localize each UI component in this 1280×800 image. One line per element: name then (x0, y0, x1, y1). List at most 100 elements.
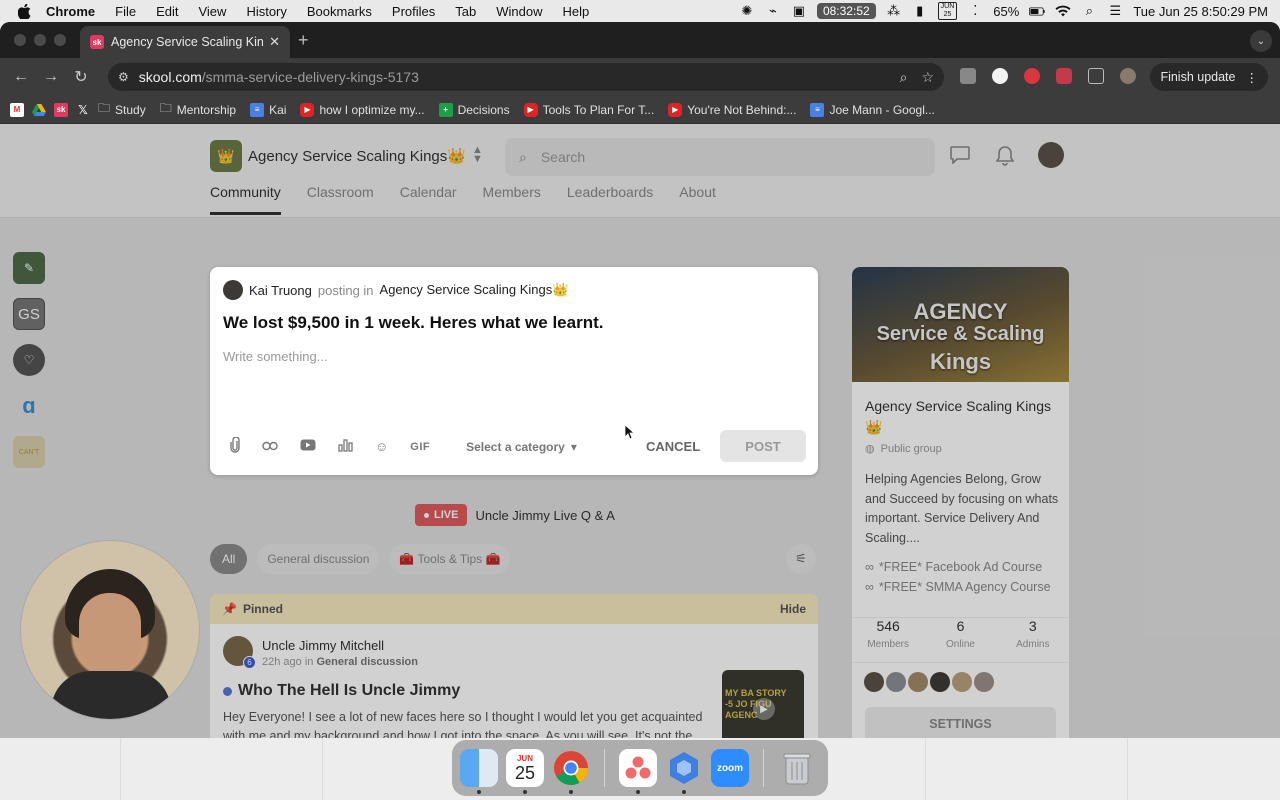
gif-button[interactable]: GIF (410, 441, 430, 453)
stat-admins[interactable]: 3 Admins (997, 618, 1069, 662)
tab-community[interactable]: Community (210, 184, 281, 215)
shield-extension-icon[interactable] (1056, 68, 1072, 84)
bookmark-decisions[interactable]: + Decisions (438, 102, 510, 117)
extension-1-icon[interactable] (960, 68, 976, 84)
stat-members[interactable]: 546 Members (852, 618, 924, 662)
link-icon[interactable] (262, 439, 278, 454)
menu-history[interactable]: History (246, 4, 286, 19)
post-author-avatar[interactable]: 6 (223, 636, 256, 669)
zoom-app-icon[interactable]: zoom (711, 749, 749, 787)
tab-leaderboards[interactable]: Leaderboards (567, 184, 653, 215)
rail-group-4-icon[interactable]: ɑ (13, 390, 45, 422)
tab-members[interactable]: Members (483, 184, 541, 215)
spotlight-icon[interactable]: ⌕ (1081, 3, 1097, 19)
bookmark-mentorship[interactable]: 🗀 Mentorship (160, 99, 236, 120)
skool-bookmark-icon[interactable]: sk (54, 102, 68, 117)
zoom-lens-icon[interactable]: ⌕ (900, 69, 908, 86)
member-avatar[interactable] (864, 672, 884, 692)
finder-icon[interactable] (460, 749, 498, 794)
group-logo-icon[interactable]: 👑 (210, 140, 242, 172)
tab-search-icon[interactable]: ⌄ (1250, 30, 1272, 52)
cancel-button[interactable]: CANCEL (646, 439, 700, 454)
address-bar[interactable]: ⚙ skool.com/smma-service-delivery-kings-… (108, 63, 944, 91)
tab-calendar[interactable]: Calendar (400, 184, 457, 215)
menu-edit[interactable]: Edit (156, 4, 178, 19)
people-icon[interactable]: ⁂ (886, 3, 902, 19)
bookmark-not-behind[interactable]: ▶ You're Not Behind:... (668, 102, 796, 117)
group-switcher-icon[interactable]: ▲ ▼ (472, 145, 483, 165)
battery-icon[interactable] (1029, 3, 1045, 19)
play-icon[interactable]: ▶ (753, 698, 775, 720)
stat-online[interactable]: 6 Online (924, 618, 996, 662)
poll-icon[interactable] (338, 438, 353, 455)
pinned-post[interactable]: 📌 Pinned Hide 6 Uncle Jimmy Mitchell 22h… (210, 594, 818, 738)
browser-tab-active[interactable]: sk Agency Service Scaling Kings ✕ (80, 26, 290, 58)
link-smma-agency-course[interactable]: ∞ *FREE* SMMA Agency Course (865, 577, 1051, 597)
search-input[interactable]: ⌕ Search (505, 138, 935, 176)
kebab-menu-icon[interactable]: ⋮ (1246, 70, 1259, 85)
calendar-badge[interactable]: JUN 25 (937, 2, 958, 20)
group-name[interactable]: Agency Service Scaling Kings👑 (248, 147, 466, 165)
minimize-window-button[interactable] (34, 34, 46, 46)
zoom-window-button[interactable] (54, 34, 66, 46)
webcam-bubble[interactable] (20, 540, 200, 720)
menu-tab[interactable]: Tab (455, 4, 476, 19)
menu-file[interactable]: File (115, 4, 136, 19)
menubar-datetime[interactable]: Tue Jun 25 8:50:29 PM (1133, 4, 1268, 19)
extension-3-icon[interactable] (1024, 68, 1040, 84)
post-body-input[interactable]: Write something... (223, 349, 328, 364)
reload-icon[interactable]: ↻ (66, 67, 96, 87)
cloud-app-icon[interactable] (665, 749, 703, 794)
control-center-icon[interactable]: ☰ (1107, 3, 1123, 19)
gear-flower-icon[interactable]: ✺ (739, 3, 755, 19)
post-button[interactable]: POST (720, 430, 806, 462)
bookmark-study[interactable]: 🗀 Study (98, 99, 146, 120)
new-tab-icon[interactable]: + (298, 30, 309, 51)
rail-group-gs[interactable]: GS (13, 298, 45, 330)
member-avatar[interactable] (930, 672, 950, 692)
emoji-icon[interactable]: ☺ (375, 439, 388, 454)
member-avatar[interactable] (974, 672, 994, 692)
attachment-icon[interactable] (230, 436, 240, 456)
x-icon[interactable]: 𝕏 (76, 103, 90, 117)
gmail-icon[interactable]: M (10, 102, 24, 117)
post-author-name[interactable]: Uncle Jimmy Mitchell (262, 638, 384, 653)
member-avatar[interactable] (886, 672, 906, 692)
screen-record-icon[interactable]: ▣ (791, 3, 807, 19)
member-avatar[interactable] (908, 672, 928, 692)
live-event-bar[interactable]: LIVE Uncle Jimmy Live Q & A (415, 504, 615, 526)
cast-icon[interactable]: ⌁ (765, 3, 781, 19)
category-select[interactable]: Select a category ▾ (466, 440, 577, 454)
google-drive-icon[interactable] (32, 103, 46, 117)
settings-button[interactable]: SETTINGS (865, 707, 1056, 738)
forward-icon[interactable]: → (36, 68, 66, 86)
close-tab-icon[interactable]: ✕ (269, 34, 280, 50)
menu-bookmarks[interactable]: Bookmarks (307, 4, 372, 19)
menu-help[interactable]: Help (563, 4, 590, 19)
tab-classroom[interactable]: Classroom (307, 184, 374, 215)
menu-view[interactable]: View (198, 4, 226, 19)
rail-group-3-icon[interactable]: ♡ (13, 344, 45, 376)
filter-general-discussion[interactable]: General discussion (257, 544, 380, 574)
menu-profiles[interactable]: Profiles (392, 4, 435, 19)
link-facebook-ad-course[interactable]: ∞ *FREE* Facebook Ad Course (865, 557, 1051, 577)
site-settings-icon[interactable]: ⚙ (118, 70, 129, 84)
wifi-icon[interactable] (1055, 3, 1071, 19)
timer-display[interactable]: 08:32:52 (816, 3, 876, 19)
bookmark-icon[interactable]: ▮ (912, 3, 928, 19)
filter-tools-tips[interactable]: 🧰 Tools & Tips 🧰 (389, 544, 511, 574)
menu-app-name[interactable]: Chrome (46, 4, 95, 19)
menu-window[interactable]: Window (496, 4, 542, 19)
bookmark-joe-mann[interactable]: ≡ Joe Mann - Googl... (810, 102, 935, 117)
bookmark-kai[interactable]: ≡ Kai (250, 102, 286, 117)
post-title[interactable]: Who The Hell Is Uncle Jimmy (223, 682, 460, 700)
tab-about[interactable]: About (679, 184, 716, 215)
rail-group-1-icon[interactable]: ✎ (13, 252, 45, 284)
chrome-app-icon[interactable] (552, 749, 590, 794)
filter-settings-icon[interactable]: ⚟ (786, 544, 816, 574)
extension-2-icon[interactable] (992, 68, 1008, 84)
trash-icon[interactable] (778, 749, 816, 787)
calendar-app-icon[interactable]: JUN 25 (506, 749, 544, 794)
close-window-button[interactable] (14, 34, 26, 46)
post-category[interactable]: General discussion (316, 656, 417, 668)
